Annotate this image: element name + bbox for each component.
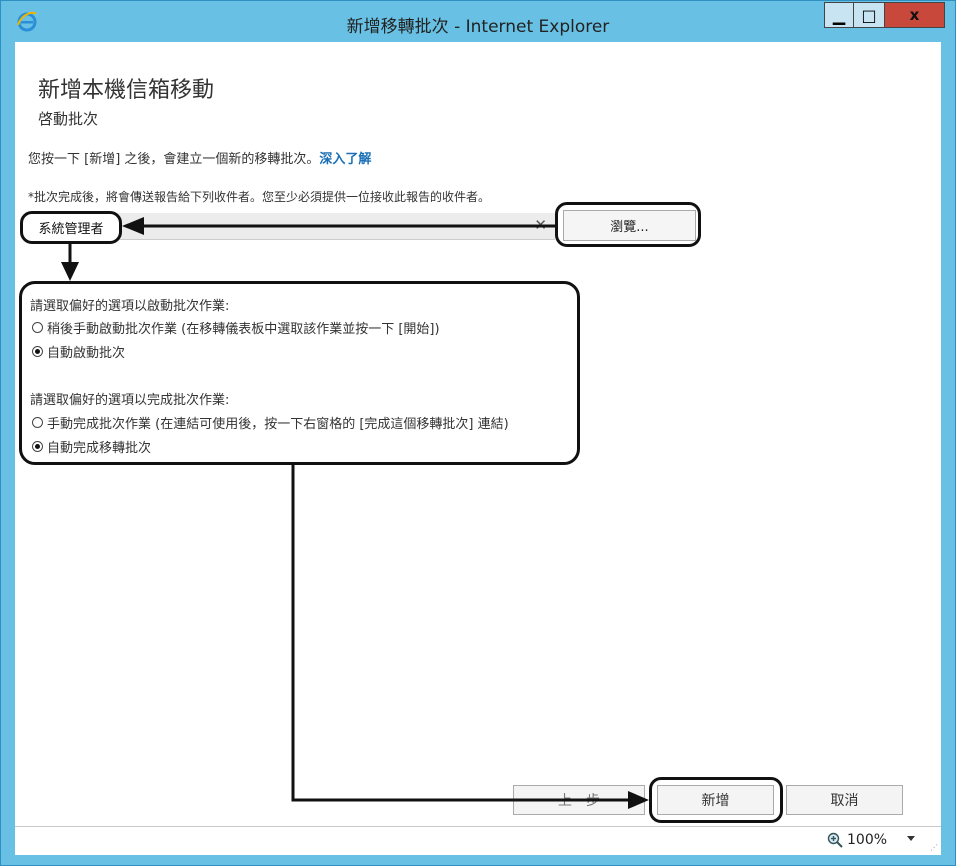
arrow-options-to-new <box>291 465 630 802</box>
resize-grip-icon[interactable]: ⋰ <box>930 843 938 852</box>
annotation-arrows <box>61 217 649 809</box>
arrowhead-down <box>61 262 79 281</box>
arrowhead-left <box>122 217 144 235</box>
arrowhead-right <box>628 791 649 809</box>
